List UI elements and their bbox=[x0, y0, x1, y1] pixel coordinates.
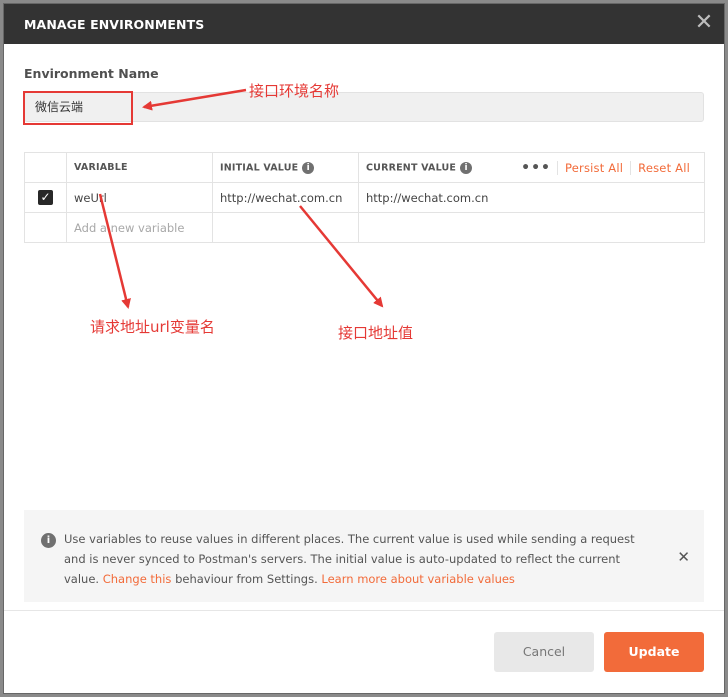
learn-more-link[interactable]: Learn more about variable values bbox=[321, 572, 515, 586]
environment-name-label: Environment Name bbox=[24, 66, 159, 81]
annotation-highlight-box bbox=[23, 91, 133, 125]
variable-cell[interactable]: weUrl bbox=[66, 182, 213, 213]
manage-environments-modal: MANAGE ENVIRONMENTS ✕ Environment Name 微… bbox=[4, 4, 724, 693]
info-text-part-2: behaviour from Settings. bbox=[175, 572, 318, 586]
row-checkbox[interactable]: ✓ bbox=[38, 190, 53, 205]
info-icon: i bbox=[41, 533, 56, 548]
checkbox-header bbox=[24, 152, 67, 183]
close-info-icon[interactable]: ✕ bbox=[677, 548, 690, 566]
persist-all-button[interactable]: Persist All bbox=[557, 160, 630, 175]
new-variable-row: Add a new variable bbox=[24, 212, 705, 243]
current-value-header-label: CURRENT VALUE bbox=[366, 162, 457, 173]
modal-title: MANAGE ENVIRONMENTS bbox=[24, 17, 205, 32]
new-current-value-input[interactable] bbox=[358, 212, 705, 243]
annotation-var-name: 请求地址url变量名 bbox=[90, 318, 215, 336]
current-value-header: CURRENT VALUE i ••• Persist All Reset All bbox=[358, 152, 705, 183]
initial-value-cell[interactable]: http://wechat.com.cn bbox=[212, 182, 359, 213]
modal-header: MANAGE ENVIRONMENTS ✕ bbox=[4, 4, 724, 44]
new-variable-input[interactable]: Add a new variable bbox=[66, 212, 213, 243]
close-icon[interactable]: ✕ bbox=[692, 12, 716, 36]
variable-header: VARIABLE bbox=[66, 152, 213, 183]
annotation-env-name: 接口环境名称 bbox=[249, 82, 340, 100]
more-options-icon[interactable]: ••• bbox=[515, 160, 557, 176]
row-checkbox-cell: ✓ bbox=[24, 182, 67, 213]
info-text: Use variables to reuse values in differe… bbox=[64, 529, 654, 589]
table-header-row: VARIABLE INITIAL VALUE i CURRENT VALUE i •… bbox=[24, 152, 705, 183]
table-row: ✓ weUrl http://wechat.com.cn http://wech… bbox=[24, 182, 705, 213]
variables-table: VARIABLE INITIAL VALUE i CURRENT VALUE i •… bbox=[24, 152, 705, 243]
initial-value-header: INITIAL VALUE i bbox=[212, 152, 359, 183]
info-icon[interactable]: i bbox=[460, 161, 473, 174]
current-value-cell[interactable]: http://wechat.com.cn bbox=[358, 182, 705, 213]
update-button[interactable]: Update bbox=[604, 632, 704, 672]
info-icon[interactable]: i bbox=[302, 161, 315, 174]
info-banner: i Use variables to reuse values in diffe… bbox=[24, 510, 704, 602]
new-row-checkbox-cell bbox=[24, 212, 67, 243]
header-actions: ••• Persist All Reset All bbox=[515, 160, 697, 176]
annotation-address: 接口地址值 bbox=[338, 324, 414, 342]
footer-divider bbox=[4, 610, 724, 611]
reset-all-button[interactable]: Reset All bbox=[630, 160, 697, 175]
change-this-link[interactable]: Change this bbox=[103, 572, 172, 586]
initial-value-header-label: INITIAL VALUE bbox=[220, 162, 299, 173]
cancel-button[interactable]: Cancel bbox=[494, 632, 594, 672]
new-initial-value-input[interactable] bbox=[212, 212, 359, 243]
